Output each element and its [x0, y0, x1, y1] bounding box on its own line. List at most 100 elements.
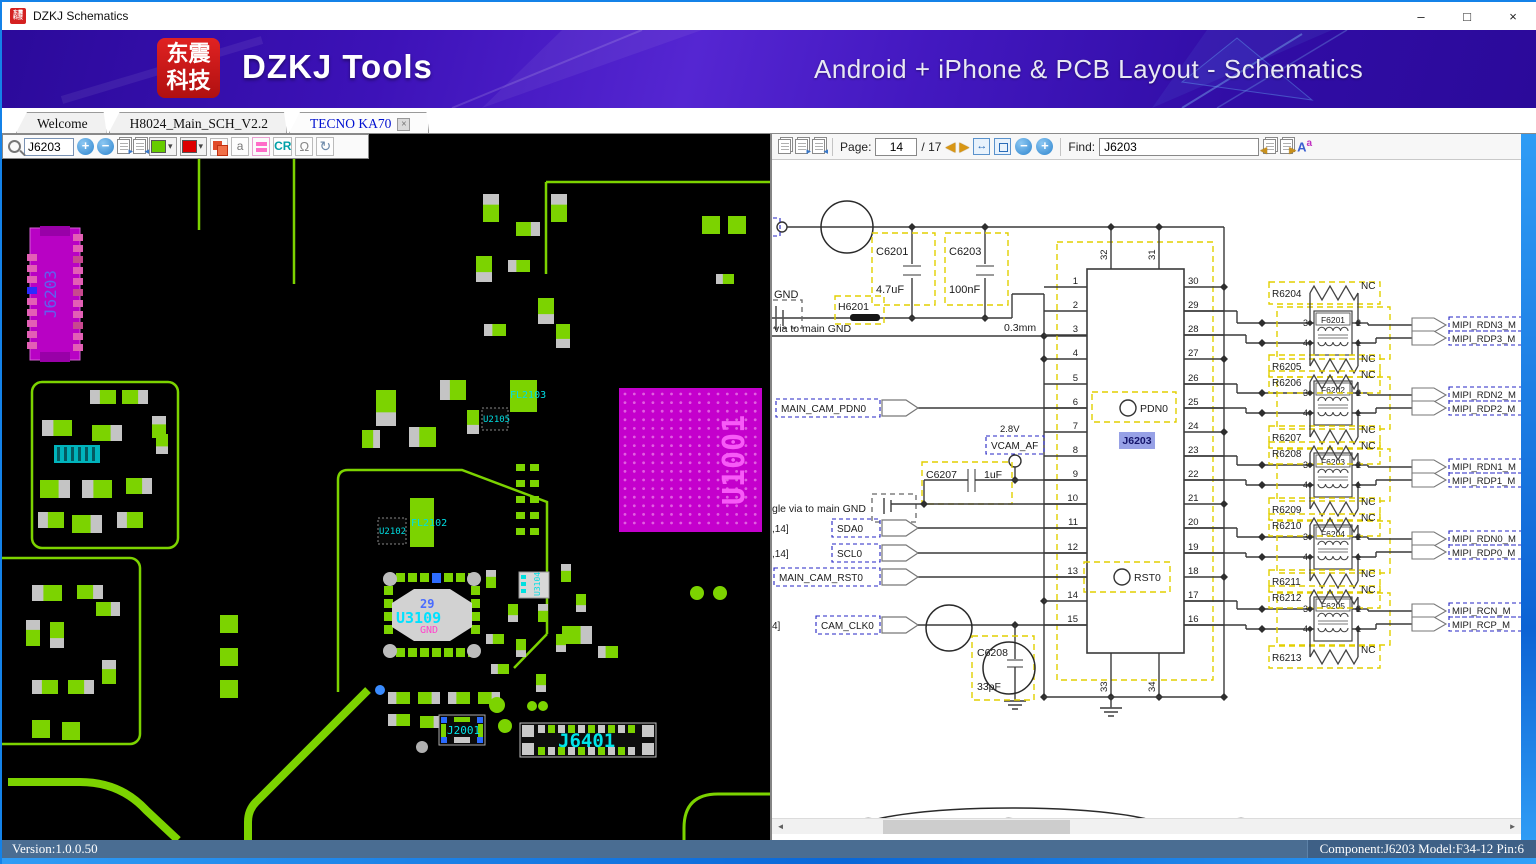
find-prev-icon[interactable]: ◀	[1260, 139, 1277, 155]
scrollbar-thumb[interactable]	[883, 820, 1071, 834]
svg-text:NC: NC	[1361, 645, 1375, 656]
tab-close-icon[interactable]: ×	[397, 118, 410, 131]
highlight-pads-icon[interactable]	[252, 137, 271, 156]
svg-text:MIPI_RDN3_M: MIPI_RDN3_M	[1452, 320, 1516, 331]
window-right-border	[1521, 134, 1536, 840]
svg-text:CAM_CLK0: CAM_CLK0	[821, 621, 874, 632]
pcb-view-pane[interactable]: FL2103 U2105 FL2102 U2102 U3104 29 U3109 GND J20…	[2, 134, 771, 840]
history-icon[interactable]: ↻	[316, 137, 335, 156]
horizontal-scrollbar[interactable]: ◄ ►	[772, 818, 1522, 835]
svg-text:2.8V: 2.8V	[1000, 424, 1020, 435]
page-prev-copy-icon[interactable]: ◂	[812, 139, 828, 156]
scroll-left-icon[interactable]: ◄	[772, 819, 789, 835]
svg-text:R6205: R6205	[1272, 362, 1302, 373]
maximize-button[interactable]: □	[1444, 2, 1490, 30]
svg-text:,14]: ,14]	[772, 549, 789, 560]
find-input[interactable]	[1099, 137, 1260, 156]
svg-text:NC: NC	[1361, 281, 1375, 292]
fit-page-icon[interactable]	[994, 138, 1012, 155]
header-banner: 东震 科技 DZKJ Tools Android + iPhone & PCB …	[2, 30, 1536, 108]
svg-text:MAIN_CAM_PDN0: MAIN_CAM_PDN0	[781, 404, 866, 415]
svg-text:22: 22	[1188, 469, 1199, 480]
ohm-button[interactable]: Ω	[295, 137, 314, 156]
svg-text:27: 27	[1188, 348, 1199, 359]
svg-text:25: 25	[1188, 397, 1199, 408]
svg-text:via to main GND: via to main GND	[774, 323, 851, 335]
tab-tecno-ka70[interactable]: TECNO KA70 ×	[289, 112, 429, 133]
svg-text:26: 26	[1188, 373, 1199, 384]
svg-text:J2001: J2001	[447, 724, 480, 737]
page-next-copy-icon[interactable]: ▸	[795, 139, 811, 156]
page-copy-icon[interactable]: ▸	[117, 139, 133, 156]
svg-text:C6203: C6203	[949, 246, 981, 258]
svg-text:MIPI_RDP1_M: MIPI_RDP1_M	[1452, 476, 1515, 487]
cr-button[interactable]: CR	[273, 137, 293, 156]
app-window: 东震 科技 DZKJ Schematics – □ × 东震 科技 DZKJ To…	[0, 0, 1536, 864]
tab-bar: Welcome H8024_Main_SCH_V2.2 TECNO KA70 ×	[2, 108, 1536, 134]
svg-text:31: 31	[1147, 249, 1158, 260]
svg-text:R6212: R6212	[1272, 593, 1302, 604]
schematic-pane: ▸ ◂ Page: / 17 ◀ ▶ ↔ − + Find: ◀ ▶ Aa	[772, 134, 1522, 840]
svg-text:J6401: J6401	[558, 730, 615, 752]
svg-text:GND: GND	[774, 289, 799, 301]
svg-text:33: 33	[1099, 681, 1110, 692]
page-number-input[interactable]	[875, 137, 918, 156]
pcb-canvas[interactable]: FL2103U2105FL2102U2102U310429U3109GNDJ20…	[2, 134, 771, 840]
schematic-toolbar: ▸ ◂ Page: / 17 ◀ ▶ ↔ − + Find: ◀ ▶ Aa	[772, 134, 1522, 160]
schematic-drawing[interactable]: C6201 4.7uF C6203 100nF H6201 GND via to main …	[772, 160, 1522, 818]
svg-text:4.7uF: 4.7uF	[876, 284, 904, 296]
search-icon	[8, 140, 21, 153]
svg-text:R6209: R6209	[1272, 505, 1302, 516]
next-page-icon[interactable]: ▶	[959, 139, 969, 155]
svg-text:19: 19	[1188, 542, 1199, 553]
svg-text:F6204: F6204	[1321, 529, 1345, 539]
zoom-in-icon[interactable]: +	[77, 138, 94, 155]
svg-text:FL2102: FL2102	[411, 518, 447, 529]
svg-text:U2102: U2102	[379, 527, 406, 537]
svg-text:U2105: U2105	[483, 415, 510, 425]
component-status-text: Component:J6203 Model:F34-12 Pin:6	[1306, 840, 1536, 858]
sch-zoom-out-icon[interactable]: −	[1015, 138, 1033, 155]
tab-main-sch[interactable]: H8024_Main_SCH_V2.2	[109, 112, 287, 133]
page-total: / 17	[921, 139, 942, 154]
svg-text:U1001: U1001	[717, 415, 752, 505]
svg-text:C6207: C6207	[926, 469, 957, 481]
close-button[interactable]: ×	[1490, 2, 1536, 30]
svg-text:12: 12	[1067, 542, 1078, 553]
sch-zoom-in-icon[interactable]: +	[1036, 138, 1054, 155]
match-case-icon[interactable]: Aa	[1297, 138, 1312, 154]
find-next-icon[interactable]: ▶	[1280, 139, 1296, 155]
banner-tagline: Android + iPhone & PCB Layout - Schemati…	[814, 54, 1364, 84]
svg-text:13: 13	[1067, 566, 1078, 577]
svg-text:R6206: R6206	[1272, 378, 1302, 389]
page-paste-icon[interactable]: ◂	[133, 139, 149, 156]
layers-icon[interactable]	[210, 137, 229, 156]
svg-text:NC: NC	[1361, 425, 1375, 436]
schematic-sheet-title: CAM SER CIRCUIT	[850, 806, 1362, 818]
svg-text:RST0: RST0	[1134, 572, 1161, 584]
prev-page-icon[interactable]: ◀	[945, 139, 955, 155]
svg-text:34: 34	[1147, 681, 1158, 692]
scroll-right-icon[interactable]: ►	[1504, 819, 1521, 835]
svg-text:7: 7	[1073, 421, 1078, 432]
pcb-search-input[interactable]	[24, 137, 74, 156]
svg-text:VCAM_AF: VCAM_AF	[991, 441, 1038, 452]
text-label-icon[interactable]: a	[231, 137, 250, 156]
svg-text:17: 17	[1188, 590, 1199, 601]
fit-width-icon[interactable]: ↔	[973, 138, 991, 155]
svg-text:16: 16	[1188, 614, 1199, 625]
app-icon: 东震 科技	[10, 8, 26, 24]
bottom-layer-color-picker[interactable]: ▾	[179, 137, 208, 156]
tab-welcome[interactable]: Welcome	[16, 112, 107, 133]
zoom-out-icon[interactable]: −	[97, 138, 114, 155]
find-label: Find:	[1068, 139, 1096, 154]
svg-text:gle via to main GND: gle via to main GND	[772, 503, 866, 515]
svg-text:F6203: F6203	[1321, 457, 1345, 467]
minimize-button[interactable]: –	[1398, 2, 1444, 30]
dzkj-logo: 东震 科技	[157, 38, 220, 98]
top-layer-color-picker[interactable]: ▾	[149, 137, 177, 156]
schematic-canvas[interactable]: C6201 4.7uF C6203 100nF H6201 GND via to main …	[772, 160, 1522, 818]
svg-text:11: 11	[1068, 517, 1078, 528]
svg-text:NC: NC	[1361, 370, 1375, 381]
copy-page-icon[interactable]	[778, 139, 792, 154]
